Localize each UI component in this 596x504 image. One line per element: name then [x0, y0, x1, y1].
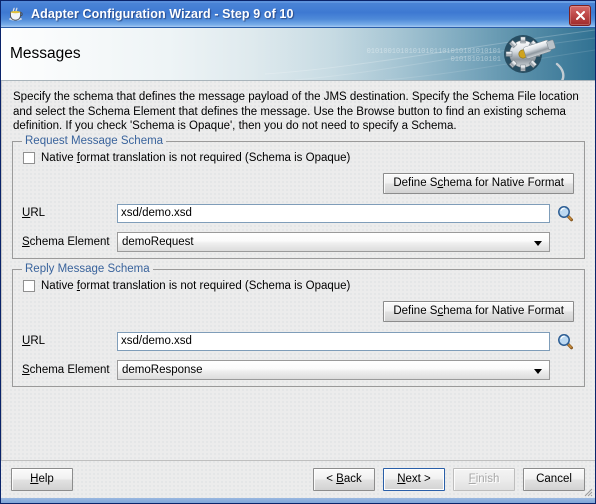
close-icon	[575, 11, 585, 20]
magnifier-icon	[557, 333, 573, 349]
java-coffee-cup-icon	[7, 5, 25, 23]
window-title: Adapter Configuration Wizard - Step 9 of…	[31, 7, 294, 21]
back-button[interactable]: < Back	[313, 468, 375, 491]
finish-button: Finish	[453, 468, 515, 491]
reply-browse-button[interactable]	[555, 331, 575, 351]
reply-url-input[interactable]	[117, 331, 550, 351]
request-url-label: URL	[22, 207, 46, 220]
reply-define-schema-button[interactable]: Define Schema for Native Format	[383, 301, 574, 323]
page-title: Messages	[10, 45, 81, 62]
request-message-schema-group: Request Message Schema Native format tra…	[12, 135, 585, 260]
page-banner: 01010010101010101101010101010101 0101010…	[1, 28, 595, 81]
request-schema-element-label: Schema Element	[22, 236, 110, 249]
reply-schema-element-combobox[interactable]: demoResponse	[117, 360, 550, 381]
reply-schema-element-label: Schema Element	[22, 364, 110, 377]
cancel-button[interactable]: Cancel	[523, 468, 585, 491]
reply-opaque-checkbox[interactable]	[23, 280, 35, 293]
close-window-button[interactable]	[569, 5, 591, 26]
request-opaque-checkbox[interactable]	[23, 152, 35, 165]
window-bottom-strip	[1, 498, 595, 503]
adapter-configuration-wizard-window: Adapter Configuration Wizard - Step 9 of…	[0, 0, 596, 504]
magnifier-icon	[557, 205, 573, 221]
request-define-schema-button[interactable]: Define Schema for Native Format	[383, 173, 574, 195]
request-schema-element-combobox[interactable]: demoRequest	[117, 232, 550, 253]
reply-url-row: URL	[22, 331, 575, 351]
wizard-nav-buttons: < Back Next > Finish Cancel	[313, 468, 585, 491]
request-url-row: URL	[22, 203, 575, 223]
reply-url-label: URL	[22, 335, 46, 348]
request-url-input[interactable]	[117, 203, 550, 223]
next-button[interactable]: Next >	[383, 468, 445, 491]
wizard-button-bar: Help < Back Next > Finish Cancel	[1, 460, 595, 498]
reply-opaque-checkbox-row[interactable]: Native format translation is not require…	[23, 280, 575, 293]
chevron-down-icon	[534, 369, 542, 375]
title-bar-highlight	[1, 1, 595, 3]
request-opaque-checkbox-row[interactable]: Native format translation is not require…	[23, 152, 575, 165]
request-opaque-label: Native format translation is not require…	[41, 152, 351, 165]
request-schema-element-value: demoRequest	[122, 236, 194, 249]
request-define-schema-row: Define Schema for Native Format	[22, 173, 574, 195]
help-button[interactable]: Help	[11, 468, 73, 491]
reply-opaque-label: Native format translation is not require…	[41, 280, 351, 293]
request-schema-element-row: Schema Element demoRequest	[22, 232, 575, 253]
wizard-content-panel: Specify the schema that defines the mess…	[1, 81, 595, 460]
instructions-text: Specify the schema that defines the mess…	[13, 91, 579, 133]
resize-grip-icon[interactable]	[581, 485, 593, 497]
reply-message-schema-title: Reply Message Schema	[22, 263, 153, 276]
window-title-bar: Adapter Configuration Wizard - Step 9 of…	[1, 1, 595, 28]
request-browse-button[interactable]	[555, 203, 575, 223]
reply-schema-element-value: demoResponse	[122, 364, 203, 377]
reply-define-schema-row: Define Schema for Native Format	[22, 301, 574, 323]
reply-schema-element-row: Schema Element demoResponse	[22, 360, 575, 381]
reply-message-schema-group: Reply Message Schema Native format trans…	[12, 263, 585, 388]
request-message-schema-title: Request Message Schema	[22, 135, 167, 148]
gear-plug-graphic	[265, 28, 595, 80]
chevron-down-icon	[534, 241, 542, 247]
